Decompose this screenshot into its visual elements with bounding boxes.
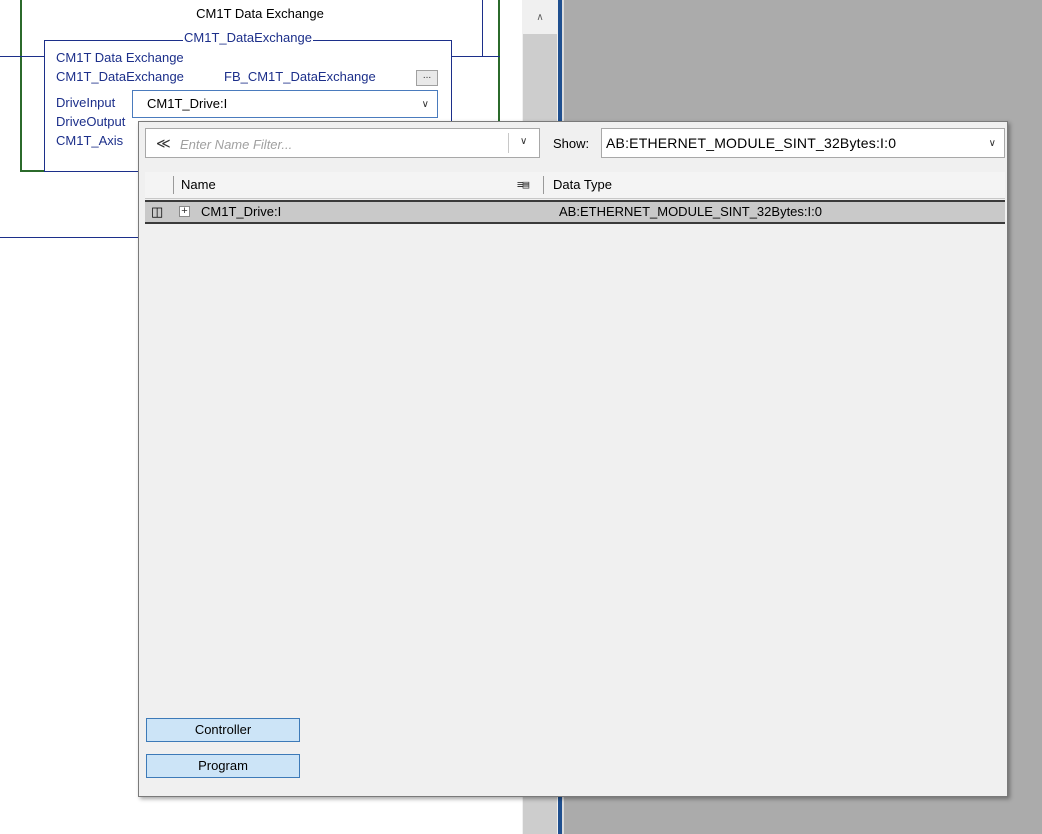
column-header-data-type[interactable]: Data Type <box>553 177 612 192</box>
name-filter-box[interactable]: ≪ ∨ <box>145 128 540 158</box>
row-data-type: AB:ETHERNET_MODULE_SINT_32Bytes:I:0 <box>559 204 822 219</box>
tag-browser-popup: ≪ ∨ Show: AB:ETHERNET_MODULE_SINT_32Byte… <box>138 121 1008 797</box>
name-filter-input[interactable] <box>178 131 502 157</box>
column-separator[interactable] <box>173 176 174 194</box>
drive-input-value: CM1T_Drive:I <box>147 96 228 111</box>
chevron-down-icon[interactable]: ∨ <box>520 136 527 147</box>
table-row[interactable]: ◫ + CM1T_Drive:I AB:ETHERNET_MODULE_SINT… <box>145 200 1005 224</box>
tag-grid: Name ≡▤ Data Type ◫ + CM1T_Drive:I AB:ET… <box>145 172 1005 702</box>
filter-icon[interactable]: ≪ <box>156 135 171 152</box>
chevron-down-icon[interactable]: ∨ <box>422 99 429 110</box>
column-chooser-icon[interactable]: ≡▤ <box>517 178 529 191</box>
param-drive-output: DriveOutput <box>56 114 126 129</box>
block-title: CM1T Data Exchange <box>196 6 324 21</box>
row-marker-icon: ◫ <box>151 204 164 219</box>
rung-wire-left <box>0 56 44 57</box>
fb-instance-header: CM1T_DataExchange <box>44 30 452 45</box>
param-drive-input: DriveInput <box>56 95 116 110</box>
show-label: Show: <box>553 136 590 151</box>
show-scope-value: AB:ETHERNET_MODULE_SINT_32Bytes:I:0 <box>606 135 897 151</box>
chevron-down-icon[interactable]: ∨ <box>989 138 996 149</box>
drive-input-combobox[interactable]: CM1T_Drive:I ∨ <box>132 90 438 118</box>
fb-properties-button[interactable]: ... <box>416 70 438 86</box>
controller-scope-button[interactable]: Controller <box>146 718 300 742</box>
column-header-name[interactable]: Name <box>181 177 216 192</box>
rung-wire-right <box>452 56 500 57</box>
chevron-up-icon[interactable]: ∧ <box>522 0 558 34</box>
fb-description: CM1T Data Exchange <box>56 50 184 65</box>
grid-header: Name ≡▤ Data Type <box>145 172 1005 199</box>
fb-instance-name: CM1T_DataExchange <box>56 69 184 84</box>
show-scope-combobox[interactable]: AB:ETHERNET_MODULE_SINT_32Bytes:I:0 ∨ <box>601 128 1005 158</box>
column-separator[interactable] <box>543 176 544 194</box>
filter-separator <box>508 133 509 153</box>
param-cm1t-axis: CM1T_Axis <box>56 133 124 148</box>
fb-type-name: FB_CM1T_DataExchange <box>224 69 376 84</box>
row-name: CM1T_Drive:I <box>201 204 282 219</box>
plus-box-icon[interactable]: + <box>179 206 190 217</box>
rung-wire-lower <box>0 237 140 238</box>
program-scope-button[interactable]: Program <box>146 754 300 778</box>
fb-instance-header-text: CM1T_DataExchange <box>183 30 313 45</box>
